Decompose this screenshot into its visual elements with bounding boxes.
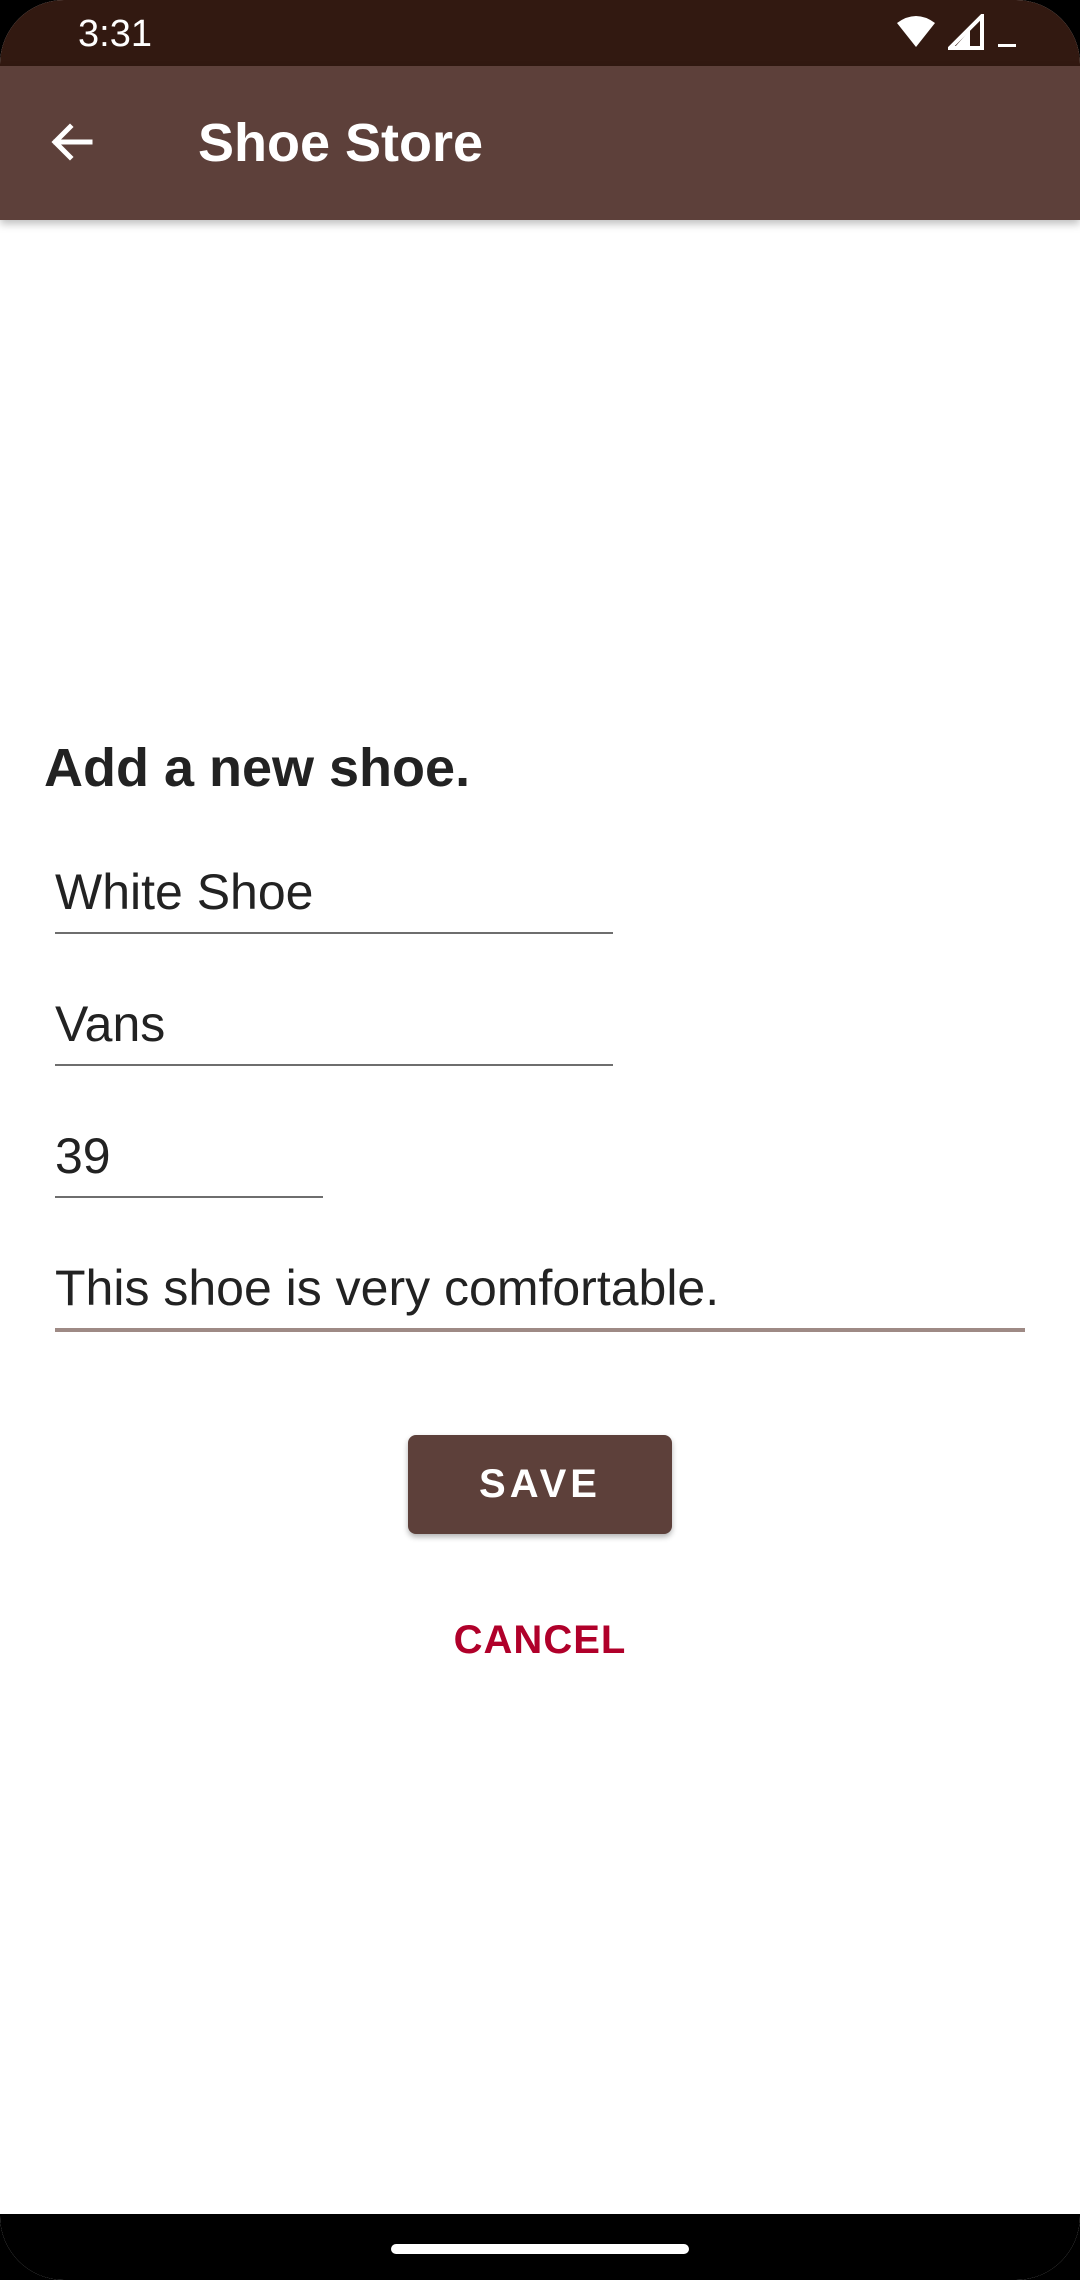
wifi-icon <box>896 15 936 54</box>
battery-icon <box>996 14 1020 55</box>
description-underline <box>55 1328 1025 1332</box>
shoe-size-field[interactable] <box>55 1120 323 1192</box>
description-field[interactable] <box>55 1252 1025 1324</box>
shoe-size-underline <box>55 1196 323 1198</box>
home-handle[interactable] <box>391 2244 689 2254</box>
arrow-back-icon <box>48 118 96 171</box>
company-field[interactable] <box>55 988 613 1060</box>
navigation-bar <box>0 2214 1080 2280</box>
shoe-name-underline <box>55 932 613 934</box>
status-icons <box>896 10 1020 55</box>
status-bar: 3:31 <box>0 0 1080 66</box>
cancel-button[interactable]: CANCEL <box>420 1605 660 1675</box>
shoe-name-field[interactable] <box>55 856 613 928</box>
status-time: 3:31 <box>78 13 152 55</box>
screen: 3:31 Shoe Store Add a new shoe. White Sh… <box>0 0 1080 2280</box>
form-heading: Add a new shoe. <box>44 738 471 798</box>
app-title: Shoe Store <box>198 113 484 173</box>
cell-signal-icon <box>945 10 984 55</box>
app-bar: Shoe Store <box>0 66 1080 220</box>
save-button[interactable]: SAVE <box>408 1435 672 1534</box>
company-underline <box>55 1064 613 1066</box>
back-button[interactable] <box>30 102 114 186</box>
